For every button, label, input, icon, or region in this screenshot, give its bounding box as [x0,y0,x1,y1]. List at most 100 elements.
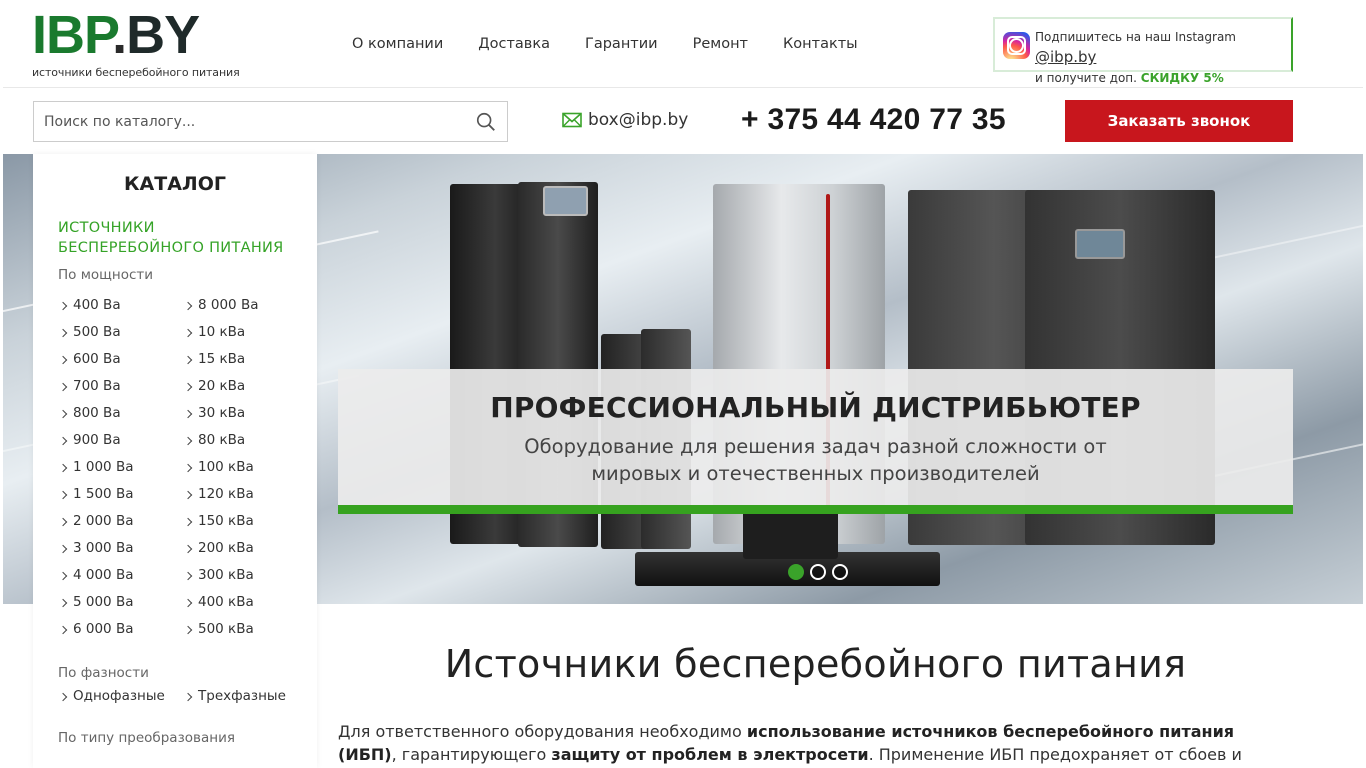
power-item[interactable]: 80 кВа [183,427,308,454]
instagram-discount: СКИДКУ 5% [1140,71,1224,85]
filter-by-conversion-label: По типу преобразования [58,730,235,746]
chevron-right-icon [183,544,193,553]
power-item[interactable]: 2 000 Ва [58,508,183,535]
chevron-right-icon [183,328,193,337]
slider-dot-3[interactable] [832,564,848,580]
power-item[interactable]: 5 000 Ва [58,589,183,616]
instagram-line2: и получите доп. [1035,71,1141,85]
chevron-right-icon [58,692,68,701]
phase-item-three[interactable]: Трехфазные [183,683,308,710]
chevron-right-icon [58,436,68,445]
power-item[interactable]: 400 Ва [58,292,183,319]
power-item[interactable]: 120 кВа [183,481,308,508]
chevron-right-icon [183,571,193,580]
power-item[interactable]: 400 кВа [183,589,308,616]
instagram-line1: Подпишитесь на наш Instagram [1035,30,1236,44]
logo[interactable]: IBP.BY источники бесперебойного питания [32,5,242,79]
search-input[interactable] [34,102,464,141]
chevron-right-icon [183,436,193,445]
chevron-right-icon [58,571,68,580]
power-filter-grid: 400 Ва 8 000 Ва 500 Ва 10 кВа 600 Ва 15 … [58,292,317,643]
banner-title: ПРОФЕССИОНАЛЬНЫЙ ДИСТРИБЬЮТЕР [490,391,1141,424]
chevron-right-icon [183,355,193,364]
power-item[interactable]: 200 кВа [183,535,308,562]
phase-filter-grid: Однофазные Трехфазные [58,683,317,710]
search-icon[interactable] [475,111,497,133]
chevron-right-icon [58,409,68,418]
power-item[interactable]: 8 000 Ва [183,292,308,319]
power-item[interactable]: 150 кВа [183,508,308,535]
page-title: Источники бесперебойного питания [444,642,1187,686]
power-item[interactable]: 500 Ва [58,319,183,346]
power-item[interactable]: 6 000 Ва [58,616,183,643]
chevron-right-icon [58,355,68,364]
logo-tagline: источники бесперебойного питания [32,66,240,79]
banner-subtitle: Оборудование для решения задач разной сл… [338,433,1293,487]
chevron-right-icon [58,328,68,337]
power-item[interactable]: 600 Ва [58,346,183,373]
nav-about[interactable]: О компании [352,36,443,52]
slider-dot-1[interactable] [788,564,804,580]
filter-by-phase-label: По фазности [58,665,149,681]
chevron-right-icon [183,598,193,607]
chevron-right-icon [58,598,68,607]
chevron-right-icon [58,625,68,634]
power-item[interactable]: 900 Ва [58,427,183,454]
nav-warranty[interactable]: Гарантии [585,36,658,52]
chevron-right-icon [183,409,193,418]
power-item[interactable]: 700 Ва [58,373,183,400]
instagram-handle-link[interactable]: @ibp.by [1035,48,1096,66]
chevron-right-icon [183,490,193,499]
power-item[interactable]: 500 кВа [183,616,308,643]
ups-small-tower-image [743,509,838,559]
nav-contacts[interactable]: Контакты [783,36,858,52]
chevron-right-icon [183,692,193,701]
order-call-button[interactable]: Заказать звонок [1065,100,1293,142]
top-nav: О компании Доставка Гарантии Ремонт Конт… [352,36,893,52]
email-contact[interactable]: box@ibp.by [562,110,688,130]
nav-delivery[interactable]: Доставка [478,36,550,52]
chevron-right-icon [183,382,193,391]
banner-subtitle-line2: мировых и отечественных производителей [591,462,1040,485]
chevron-right-icon [183,301,193,310]
chevron-right-icon [183,625,193,634]
logo-wordmark: IBP.BY [32,5,200,65]
chevron-right-icon [58,382,68,391]
chevron-right-icon [183,463,193,472]
power-item[interactable]: 800 Ва [58,400,183,427]
power-item[interactable]: 300 кВа [183,562,308,589]
chevron-right-icon [58,490,68,499]
chevron-right-icon [58,301,68,310]
power-item[interactable]: 15 кВа [183,346,308,373]
instagram-icon [1003,32,1030,59]
email-text: box@ibp.by [588,110,689,130]
instagram-promo-text: Подпишитесь на наш Instagram @ibp.by и п… [1035,27,1291,88]
power-item[interactable]: 3 000 Ва [58,535,183,562]
power-item[interactable]: 1 000 Ва [58,454,183,481]
banner-subtitle-line1: Оборудование для решения задач разной сл… [524,435,1107,458]
ups-display-image [1075,229,1125,259]
nav-repair[interactable]: Ремонт [693,36,748,52]
slider-dot-2[interactable] [810,564,826,580]
power-item[interactable]: 1 500 Ва [58,481,183,508]
phone-number[interactable]: + 375 44 420 77 35 [741,103,1006,137]
chevron-right-icon [58,544,68,553]
power-item[interactable]: 10 кВа [183,319,308,346]
power-item[interactable]: 30 кВа [183,400,308,427]
power-item[interactable]: 4 000 Ва [58,562,183,589]
catalog-section-ups[interactable]: ИСТОЧНИКИ БЕСПЕРЕБОЙНОГО ПИТАНИЯ [58,218,288,258]
ups-display-image [543,186,588,216]
banner-caption: ПРОФЕССИОНАЛЬНЫЙ ДИСТРИБЬЮТЕР Оборудован… [338,369,1293,505]
power-item[interactable]: 100 кВа [183,454,308,481]
catalog-sidebar: КАТАЛОГ ИСТОЧНИКИ БЕСПЕРЕБОЙНОГО ПИТАНИЯ… [33,154,317,768]
search-box [33,101,508,142]
phase-item-single[interactable]: Однофазные [58,683,183,710]
filter-by-power-label: По мощности [58,267,154,283]
header-divider [3,87,1363,88]
chevron-right-icon [183,517,193,526]
instagram-promo[interactable]: Подпишитесь на наш Instagram @ibp.by и п… [993,17,1293,85]
chevron-right-icon [58,463,68,472]
banner-accent-bar [338,505,1293,514]
power-item[interactable]: 20 кВа [183,373,308,400]
catalog-title: КАТАЛОГ [124,173,226,195]
